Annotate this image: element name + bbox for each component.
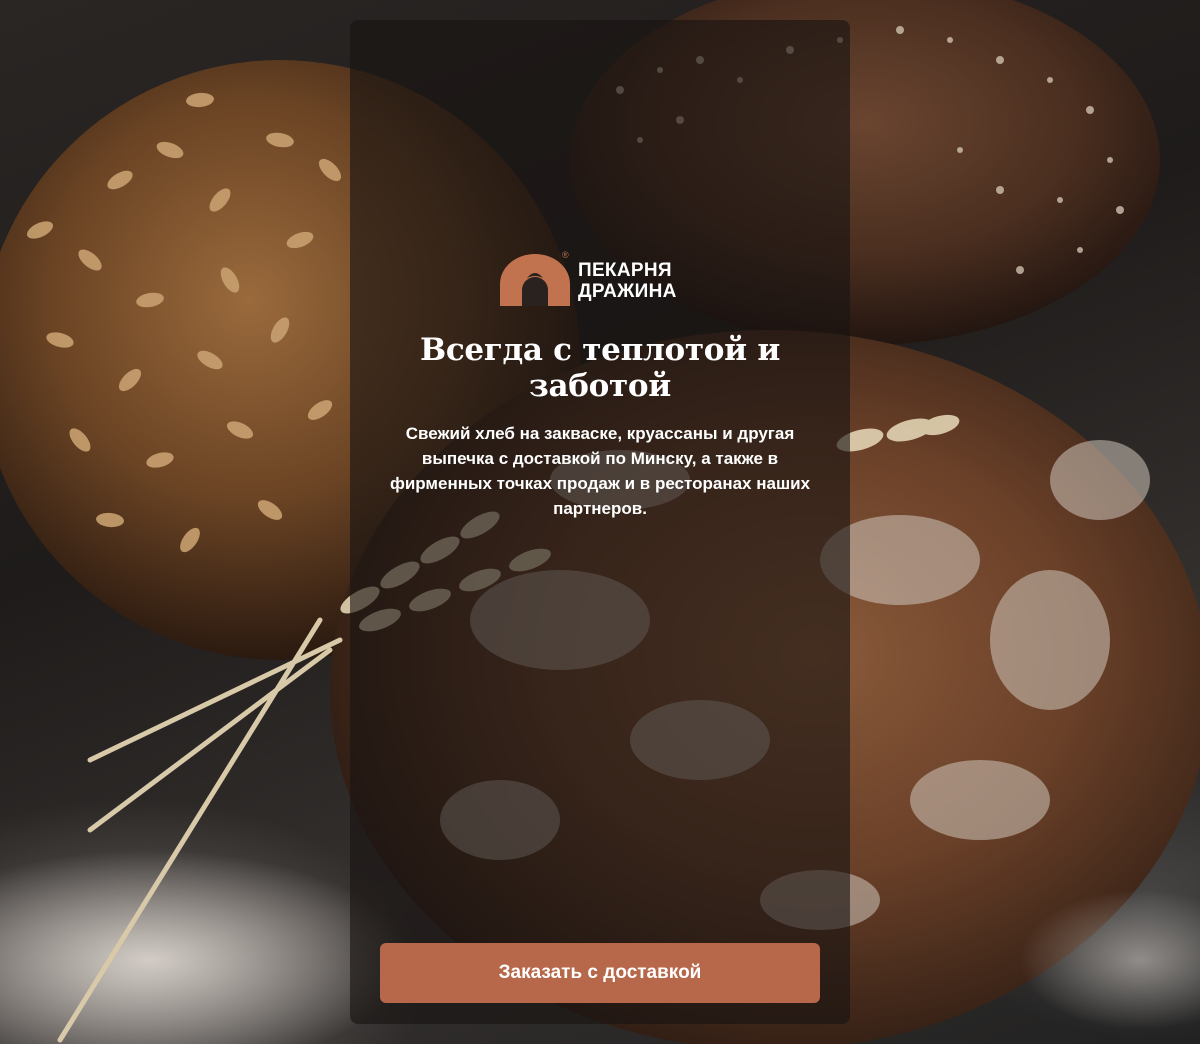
order-delivery-button[interactable]: Заказать с доставкой	[380, 943, 820, 1003]
brand-name: ПЕКАРНЯ ДРАЖИНА	[578, 260, 677, 302]
brand-name-line2: ДРАЖИНА	[578, 281, 677, 302]
hero-headline: Всегда с теплотой и заботой	[419, 332, 781, 404]
registered-mark: ®	[562, 250, 569, 260]
oven-logo-icon	[500, 254, 570, 306]
hero-content-panel	[350, 20, 850, 1024]
brand-logo[interactable]: ® ПЕКАРНЯ ДРАЖИНА	[500, 250, 710, 306]
hero-description: Свежий хлеб на закваске, круассаны и дру…	[389, 424, 811, 518]
brand-name-line1: ПЕКАРНЯ	[578, 260, 672, 281]
